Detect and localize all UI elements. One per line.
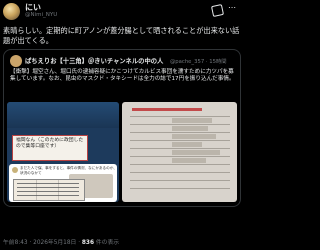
quote-author-handle: @pache_357 · 15時間 [170,59,227,65]
author-avatar[interactable] [3,3,20,20]
quote-image-left[interactable]: 福岡なん（このために政団したので集等口座です） まだた人で保、事をすると、事件の… [7,102,119,202]
doc-text: 福岡なん（このために政団したので集等口座です） [16,138,84,149]
author-handle[interactable]: @Nimi_NYU [25,12,57,18]
newspaper-clip [13,179,85,201]
document-image: 福岡なん（このために政団したので集等口座です） [12,135,88,161]
views-label: 件の表示 [95,240,120,246]
grok-icon[interactable] [210,3,225,18]
tweet-text: 素晴らしい。定期的に町アノンが蓋分腸として晒されることが出来ない話題が出てくる。 [3,26,240,45]
post-timestamp[interactable]: 午前8:43 · 2026年5月18日 · 836 件の表示 [3,237,119,246]
quote-avatar [10,55,22,67]
more-options-icon[interactable]: ⋯ [228,3,236,12]
post-time[interactable]: 午前8:43 · 2026年5月18日 · [3,240,80,246]
header-graphic [7,102,119,128]
quote-author-name: ぱちえりお【十三角】＠きいチャンネルの中の人 [25,58,164,65]
quote-text: 【衝撃】堀空さん、堀口氏の逮捕容疑にかこつけてカルビス事団を濡すために力ツパを募… [10,69,235,83]
quote-image-right[interactable] [122,102,237,202]
embedded-post-card: まだた人で保、事をすると、事件の情況、なにかあるのか、状況のなかて [9,164,117,202]
quoted-post[interactable]: ぱちえりお【十三角】＠きいチャンネルの中の人 @pache_357 · 15時間… [3,49,241,207]
card-avatar [12,167,18,173]
view-count: 836 [81,240,94,246]
form-header [132,108,202,111]
